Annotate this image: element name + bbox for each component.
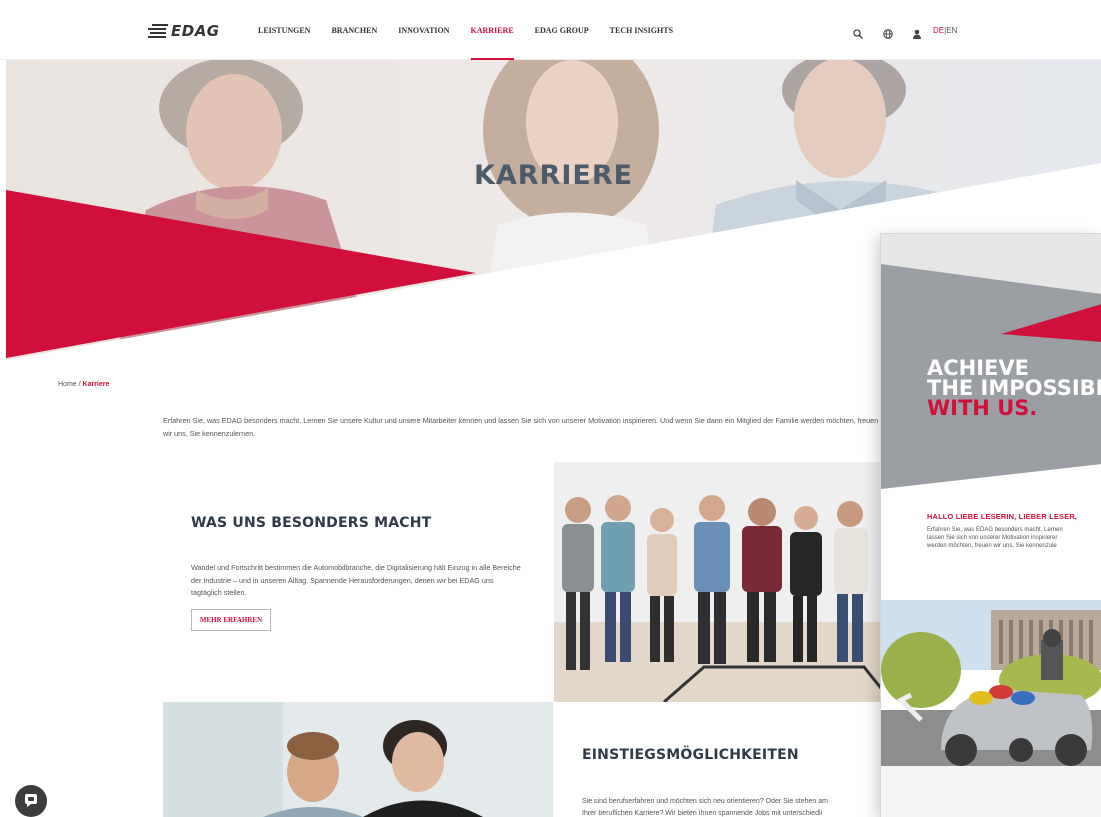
breadcrumb-current: Karriere — [82, 381, 110, 388]
brochure-text-line3: werden möchten, freuen wir uns, Sie kenn… — [927, 543, 1057, 549]
menu-item-karriere[interactable]: KARRIERE — [470, 0, 514, 60]
search-icon[interactable] — [853, 26, 864, 40]
lang-en-link[interactable]: EN — [946, 26, 957, 35]
brochure-robot-photo — [881, 600, 1101, 766]
brochure-headline-line2: THE IMPOSSIBI — [927, 376, 1101, 400]
logo-text: EDAG — [171, 22, 220, 40]
brochure-text-line2: lassen Sie sich von unserer Motivation i… — [927, 535, 1058, 541]
menu-item-innovation[interactable]: INNOVATION — [398, 0, 449, 60]
top-navigation: EDAG LEISTUNGEN BRANCHEN INNOVATION KARR… — [0, 0, 1101, 60]
menu-item-tech-insights[interactable]: TECH INSIGHTS — [610, 0, 673, 60]
section2-paragraph-line2: Ihrer beruflichen Karriere? Wir bieten I… — [582, 809, 823, 817]
intro-text: Erfahren Sie, was EDAG besonders macht. … — [163, 416, 879, 438]
brochure-text-line1: Erfahren Sie, was EDAG besonders macht. … — [927, 527, 1063, 533]
menu-item-leistungen[interactable]: LEISTUNGEN — [258, 0, 310, 60]
career-brochure-overlay[interactable]: ACHIEVE THE IMPOSSIBI WITH US. HALLO LIE… — [880, 233, 1101, 817]
brochure-headline: ACHIEVE THE IMPOSSIBI WITH US. — [927, 356, 1101, 420]
section1-paragraph: Wandel und Fortschritt bestimmen die Aut… — [191, 563, 521, 597]
breadcrumb-home-link[interactable]: Home — [58, 381, 77, 388]
chat-button[interactable] — [15, 785, 47, 817]
colleagues-photo — [163, 702, 553, 817]
team-group-photo — [554, 462, 884, 702]
brochure-text: Erfahren Sie, was EDAG besonders macht. … — [927, 526, 1101, 550]
menu-item-branchen[interactable]: BRANCHEN — [331, 0, 377, 60]
brochure-bottom-panel — [881, 766, 1101, 817]
section-what-makes-us-special: WAS UNS BESONDERS MACHT Wandel und Forts… — [163, 462, 553, 702]
globe-icon[interactable] — [883, 26, 893, 39]
section1-heading: WAS UNS BESONDERS MACHT — [191, 515, 432, 531]
chat-icon — [25, 794, 37, 807]
edag-logo[interactable]: EDAG — [148, 22, 220, 40]
more-info-button[interactable]: MEHR ERFAHREN — [191, 609, 271, 631]
breadcrumb: Home / Karriere — [58, 381, 109, 388]
main-menu: LEISTUNGEN BRANCHEN INNOVATION KARRIERE … — [258, 0, 694, 60]
logo-mark-icon — [148, 24, 168, 38]
hero-title: KARRIERE — [473, 160, 634, 191]
lang-de-link[interactable]: DE — [933, 26, 944, 35]
brochure-headline-line3: WITH US. — [927, 396, 1038, 420]
menu-item-edag-group[interactable]: EDAG GROUP — [535, 0, 589, 60]
brochure-headline-line1: ACHIEVE — [927, 356, 1029, 380]
section2-paragraph: Sie sind berufserfahren und möchten sich… — [582, 796, 882, 817]
section2-heading: EINSTIEGSMÖGLICHKEITEN — [582, 747, 799, 763]
section2-paragraph-line1: Sie sind berufserfahren und möchten sich… — [582, 798, 828, 805]
user-icon[interactable] — [912, 26, 922, 39]
brochure-subheading: HALLO LIEBE LESERIN, LIEBER LESER, — [927, 512, 1078, 521]
language-switcher: DE|EN — [933, 26, 957, 35]
